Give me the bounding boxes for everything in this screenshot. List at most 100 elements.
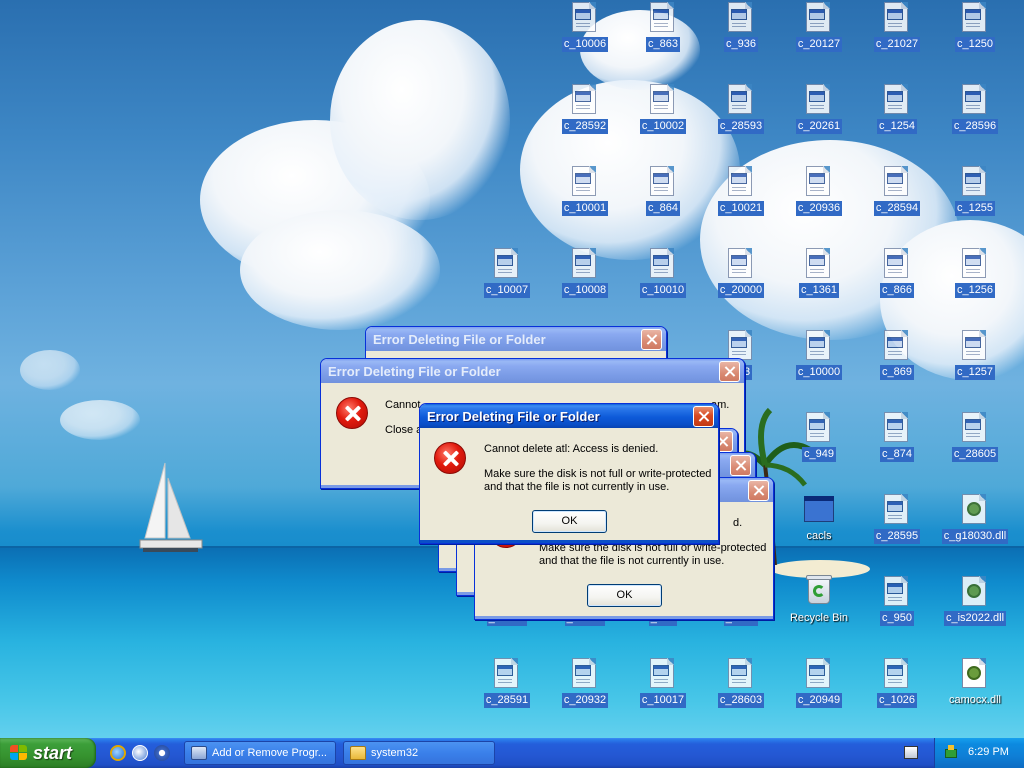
desktop-icon-c_28594[interactable]: c_28594 bbox=[858, 164, 936, 236]
desktop-icon-label: cacls bbox=[806, 530, 832, 542]
file-icon bbox=[650, 166, 676, 196]
desktop-icon-label: c_1361 bbox=[798, 283, 840, 298]
desktop-icon-label: c_1250 bbox=[954, 37, 996, 52]
desktop-icon-c_1254[interactable]: c_1254 bbox=[858, 82, 936, 154]
desktop-icon-c_10021[interactable]: c_10021 bbox=[702, 164, 780, 236]
desktop-icon-c_1026[interactable]: c_1026 bbox=[858, 656, 936, 728]
title-bar[interactable]: Error Deleting File or Folder bbox=[366, 327, 666, 351]
desktop-icon-c_is2022-dll[interactable]: c_is2022.dll bbox=[936, 574, 1014, 646]
desktop-icon-c_10008[interactable]: c_10008 bbox=[546, 246, 624, 318]
file-icon bbox=[884, 2, 910, 32]
close-button[interactable] bbox=[730, 455, 751, 476]
desktop-icon-c_20000[interactable]: c_20000 bbox=[702, 246, 780, 318]
desktop-icon-label: c_950 bbox=[880, 611, 914, 626]
desktop-icon-label: Recycle Bin bbox=[789, 612, 849, 624]
desktop-icon-label: c_28603 bbox=[717, 693, 765, 708]
file-icon bbox=[650, 84, 676, 114]
ok-button[interactable]: OK bbox=[532, 510, 607, 533]
wallpaper-cloud bbox=[330, 20, 510, 220]
desktop-icon-label: c_21027 bbox=[873, 37, 921, 52]
control-panel-icon bbox=[191, 746, 207, 760]
desktop-icon-c_10002[interactable]: c_10002 bbox=[624, 82, 702, 154]
desktop-icon-c_936[interactable]: c_936 bbox=[702, 0, 780, 72]
desktop-icon-c_28592[interactable]: c_28592 bbox=[546, 82, 624, 154]
keyboard-icon[interactable] bbox=[904, 746, 918, 759]
desktop-icon-c_28593[interactable]: c_28593 bbox=[702, 82, 780, 154]
desktop-icon-label: c_10000 bbox=[795, 365, 843, 380]
desktop-icon-cacls[interactable]: cacls bbox=[780, 492, 858, 564]
desktop-icon-c_21027[interactable]: c_21027 bbox=[858, 0, 936, 72]
desktop-icon-c_1256[interactable]: c_1256 bbox=[936, 246, 1014, 318]
desktop-icon-c_1250[interactable]: c_1250 bbox=[936, 0, 1014, 72]
desktop-icon-c_10001[interactable]: c_10001 bbox=[546, 164, 624, 236]
desktop-icon-c_20932[interactable]: c_20932 bbox=[546, 656, 624, 728]
desktop-icon-c_1255[interactable]: c_1255 bbox=[936, 164, 1014, 236]
desktop-icon-c_869[interactable]: c_869 bbox=[858, 328, 936, 400]
desktop-icon-c_20949[interactable]: c_20949 bbox=[780, 656, 858, 728]
desktop-icon-c_874[interactable]: c_874 bbox=[858, 410, 936, 482]
desktop-icon-c_10017[interactable]: c_10017 bbox=[624, 656, 702, 728]
file-icon bbox=[884, 330, 910, 360]
desktop-icon-c_1361[interactable]: c_1361 bbox=[780, 246, 858, 318]
outlook-express-icon[interactable] bbox=[132, 745, 148, 761]
desktop-icon-c_g18030-dll[interactable]: c_g18030.dll bbox=[936, 492, 1014, 564]
desktop-icon-label: c_863 bbox=[646, 37, 680, 52]
desktop-icon-c_20936[interactable]: c_20936 bbox=[780, 164, 858, 236]
ok-button[interactable]: OK bbox=[587, 584, 662, 607]
internet-explorer-icon[interactable] bbox=[110, 745, 126, 761]
recycle-bin-icon bbox=[806, 574, 832, 606]
title-bar[interactable]: Error Deleting File or Folder bbox=[420, 404, 718, 428]
desktop-icon-label: c_864 bbox=[646, 201, 680, 216]
title-bar[interactable]: Error Deleting File or Folder bbox=[321, 359, 744, 383]
desktop-icon-camocx-dll[interactable]: camocx.dll bbox=[936, 656, 1014, 728]
desktop-icon-c_10006[interactable]: c_10006 bbox=[546, 0, 624, 72]
desktop-icon-c_28603[interactable]: c_28603 bbox=[702, 656, 780, 728]
dialog-message: Cannot delete atl: Access is denied. bbox=[484, 443, 659, 455]
dialog-title: Error Deleting File or Folder bbox=[373, 332, 546, 347]
desktop-icon-c_28605[interactable]: c_28605 bbox=[936, 410, 1014, 482]
file-icon bbox=[884, 84, 910, 114]
error-dialog-active[interactable]: Error Deleting File or Folder Cannot del… bbox=[419, 403, 719, 544]
desktop-icon-label: c_1026 bbox=[876, 693, 918, 708]
desktop-icon-c_28591[interactable]: c_28591 bbox=[468, 656, 546, 728]
dialog-message: and that the file is not currently in us… bbox=[484, 481, 670, 493]
file-icon bbox=[884, 658, 910, 688]
media-player-icon[interactable] bbox=[154, 745, 170, 761]
desktop-icon-label: c_28593 bbox=[717, 119, 765, 134]
desktop-icon-c_864[interactable]: c_864 bbox=[624, 164, 702, 236]
error-icon bbox=[434, 442, 466, 474]
close-button[interactable] bbox=[641, 329, 662, 350]
close-button[interactable] bbox=[693, 406, 714, 427]
clock[interactable]: 6:29 PM bbox=[968, 746, 1009, 758]
dialog-message: Cannot bbox=[385, 399, 421, 411]
file-icon bbox=[884, 166, 910, 196]
desktop-icon-c_866[interactable]: c_866 bbox=[858, 246, 936, 318]
close-button[interactable] bbox=[719, 361, 740, 382]
desktop-icon-c_949[interactable]: c_949 bbox=[780, 410, 858, 482]
safely-remove-hardware-icon[interactable] bbox=[943, 745, 959, 761]
close-button[interactable] bbox=[748, 480, 769, 501]
desktop-icon-c_863[interactable]: c_863 bbox=[624, 0, 702, 72]
file-icon bbox=[572, 166, 598, 196]
taskbar-button-add-remove-programs[interactable]: Add or Remove Progr... bbox=[184, 741, 336, 765]
desktop-icon-c_950[interactable]: c_950 bbox=[858, 574, 936, 646]
desktop-icon-label: c_869 bbox=[880, 365, 914, 380]
desktop-icon-label: c_28596 bbox=[951, 119, 999, 134]
start-button[interactable]: start bbox=[0, 738, 96, 768]
desktop-icon-c_20127[interactable]: c_20127 bbox=[780, 0, 858, 72]
desktop-icon-c_1257[interactable]: c_1257 bbox=[936, 328, 1014, 400]
desktop-icon-label: c_866 bbox=[880, 283, 914, 298]
taskbar-button-system32[interactable]: system32 bbox=[343, 741, 495, 765]
desktop-icon-c_10000[interactable]: c_10000 bbox=[780, 328, 858, 400]
desktop-icon-c_28596[interactable]: c_28596 bbox=[936, 82, 1014, 154]
desktop-icon-label: c_28605 bbox=[951, 447, 999, 462]
file-icon bbox=[806, 248, 832, 278]
desktop-icon-c_20261[interactable]: c_20261 bbox=[780, 82, 858, 154]
desktop-icon-c_28595[interactable]: c_28595 bbox=[858, 492, 936, 564]
file-icon bbox=[728, 84, 754, 114]
desktop-icon-c_10007[interactable]: c_10007 bbox=[468, 246, 546, 318]
file-icon bbox=[884, 248, 910, 278]
desktop-icon-recycle-bin[interactable]: Recycle Bin bbox=[780, 574, 858, 646]
desktop-icon-c_10010[interactable]: c_10010 bbox=[624, 246, 702, 318]
desktop-icon-label: c_10008 bbox=[561, 283, 609, 298]
